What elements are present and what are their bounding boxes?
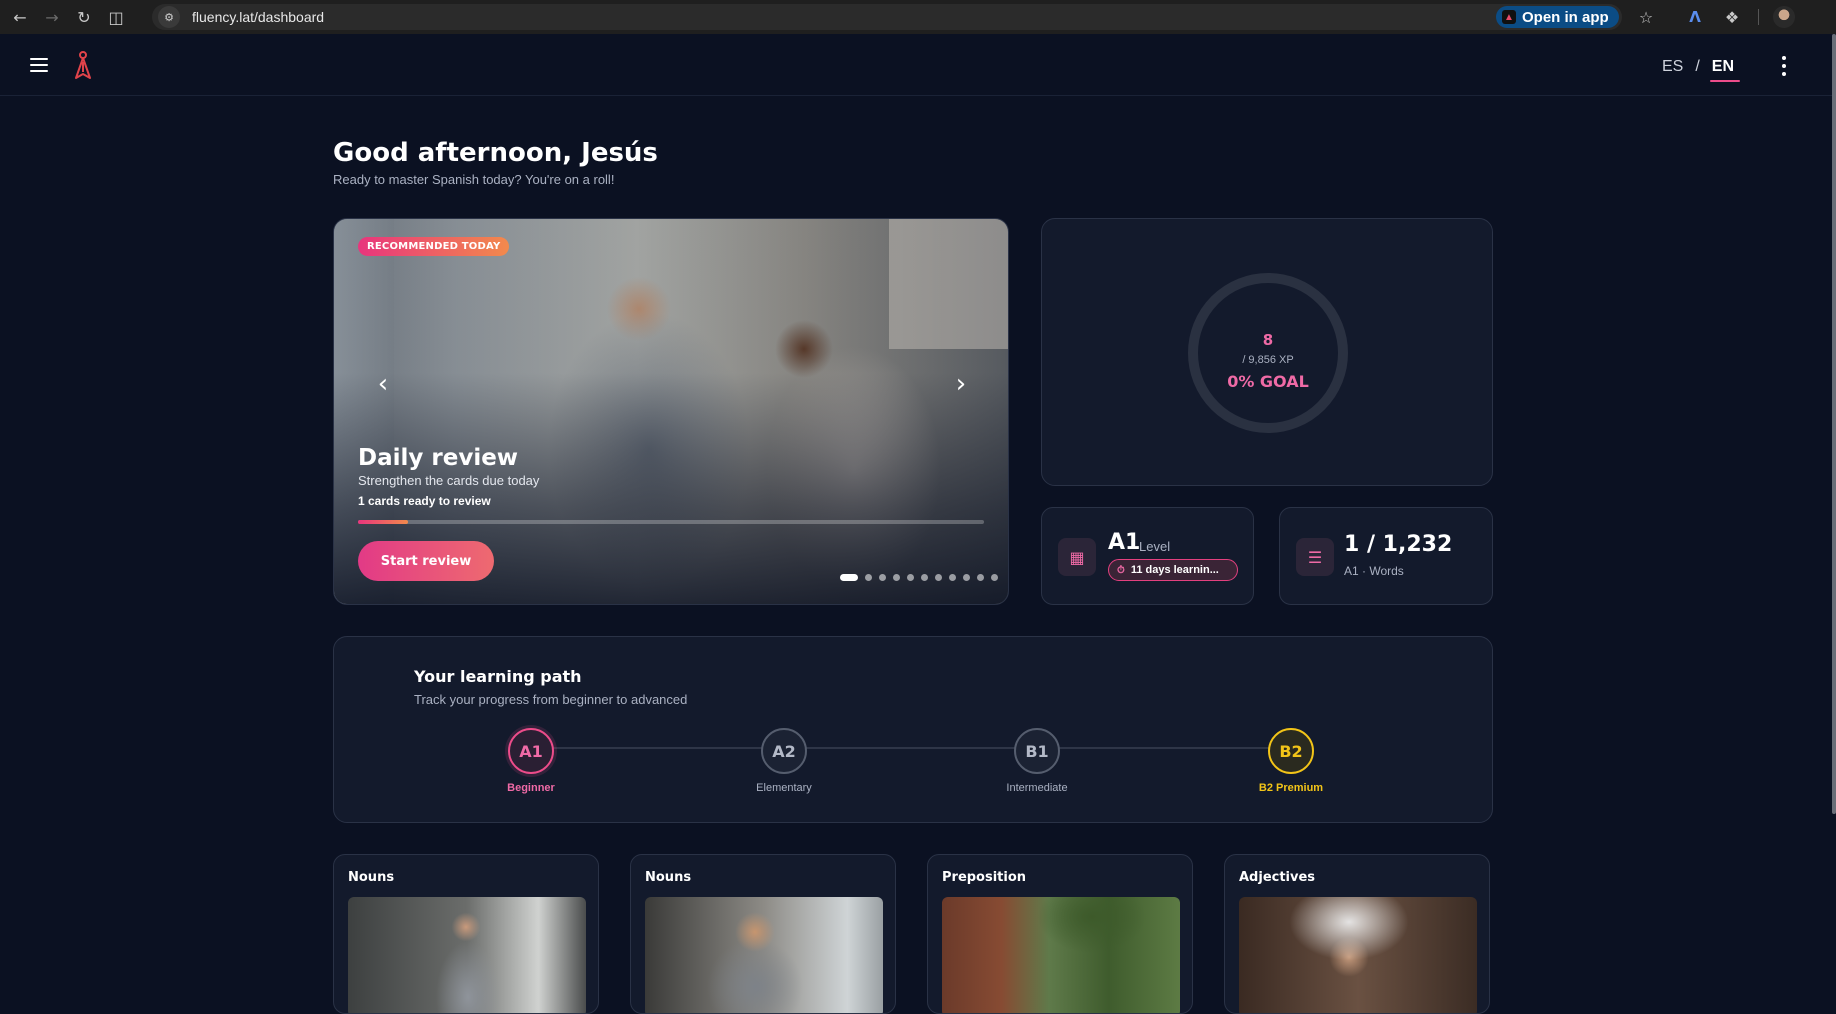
forward-arrow-icon[interactable]: → — [40, 5, 64, 29]
hero-progress-bar — [358, 520, 984, 524]
lang-en-option[interactable]: EN — [1709, 58, 1741, 82]
carousel-dot[interactable] — [865, 574, 872, 581]
level-label: Level — [1139, 539, 1171, 554]
level-label-b1: Intermediate — [1006, 782, 1068, 794]
stopwatch-icon: ⏱ — [1117, 564, 1125, 576]
carousel-dot[interactable] — [921, 574, 928, 581]
carousel-dot[interactable] — [840, 574, 858, 581]
language-switcher: ES / EN — [1662, 58, 1741, 82]
greeting-subtitle: Ready to master Spanish today? You're on… — [333, 172, 615, 187]
level-node-b2[interactable]: B2 — [1268, 728, 1314, 774]
category-card-nouns-2[interactable]: Nouns — [630, 854, 896, 1014]
words-value: 1 / 1,232 — [1344, 532, 1453, 557]
category-title: Adjectives — [1239, 870, 1316, 885]
level-node-a2[interactable]: A2 — [761, 728, 807, 774]
start-review-button[interactable]: Start review — [358, 541, 494, 581]
carousel-dot[interactable] — [935, 574, 942, 581]
xp-value: 8 — [1262, 331, 1274, 349]
carousel-next-chevron-icon[interactable]: › — [946, 369, 976, 399]
words-card[interactable]: ☰ 1 / 1,232 A1 · Words — [1279, 507, 1493, 605]
category-card-nouns-1[interactable]: Nouns — [333, 854, 599, 1014]
hero-progress-fill — [358, 520, 409, 524]
category-card-adjectives[interactable]: Adjectives — [1224, 854, 1490, 1014]
app-logo-icon: ▲ — [1502, 10, 1516, 24]
greeting-title: Good afternoon, Jesús — [333, 138, 658, 168]
carousel-dot[interactable] — [907, 574, 914, 581]
open-in-app-label: Open in app — [1522, 8, 1609, 26]
learning-path-title: Your learning path — [414, 667, 582, 686]
carousel-dots — [840, 574, 998, 581]
xp-total: / 9,856 XP — [1242, 354, 1294, 366]
lang-separator: / — [1695, 58, 1700, 75]
address-bar[interactable]: ⚙ fluency.lat/dashboard — [152, 4, 1622, 30]
page-scrollbar[interactable] — [1832, 34, 1836, 814]
category-image — [348, 897, 586, 1013]
category-title: Preposition — [942, 870, 1027, 885]
category-card-preposition[interactable]: Preposition — [927, 854, 1193, 1014]
words-list-icon: ☰ — [1296, 538, 1334, 576]
toolbar-divider — [1758, 9, 1759, 25]
back-arrow-icon[interactable]: ← — [8, 5, 32, 29]
category-image — [1239, 897, 1477, 1013]
carousel-dot[interactable] — [893, 574, 900, 581]
days-learning-text: 11 days learnin... — [1130, 564, 1219, 576]
hero-subtitle: Strengthen the cards due today — [358, 473, 540, 488]
open-in-app-button[interactable]: ▲ Open in app — [1496, 6, 1619, 28]
hero-card-count: 1 cards ready to review — [358, 494, 491, 508]
level-card[interactable]: ▦ A1 Level ⏱ 11 days learnin... — [1041, 507, 1254, 605]
level-value: A1 — [1108, 530, 1141, 555]
hero-title: Daily review — [358, 445, 519, 471]
learning-path-track — [530, 747, 1276, 749]
fluency-logo-icon[interactable] — [72, 50, 94, 82]
learning-path-card: Your learning path Track your progress f… — [333, 636, 1493, 823]
recommended-badge: RECOMMENDED TODAY — [358, 237, 510, 256]
xp-progress-ring — [1188, 273, 1348, 433]
level-node-b1[interactable]: B1 — [1014, 728, 1060, 774]
grid-level-icon: ▦ — [1058, 538, 1096, 576]
lang-es-option[interactable]: ES — [1662, 58, 1683, 76]
xp-progress-card: 8 / 9,856 XP 0% GOAL — [1041, 218, 1493, 486]
split-view-icon[interactable]: ◫ — [104, 5, 128, 29]
learning-path-subtitle: Track your progress from beginner to adv… — [414, 692, 688, 707]
carousel-dot[interactable] — [949, 574, 956, 581]
carousel-dot[interactable] — [977, 574, 984, 581]
category-image — [645, 897, 883, 1013]
xp-goal-percent: 0% GOAL — [1227, 372, 1309, 391]
carousel-prev-chevron-icon[interactable]: ‹ — [368, 369, 398, 399]
level-label-a1: Beginner — [507, 782, 555, 794]
profile-avatar[interactable] — [1773, 6, 1795, 28]
level-node-a1[interactable]: A1 — [508, 728, 554, 774]
app-header: ES / EN — [0, 34, 1832, 96]
category-title: Nouns — [348, 870, 395, 885]
menu-hamburger-icon[interactable] — [30, 58, 48, 72]
more-options-icon[interactable] — [1781, 56, 1787, 76]
carousel-dot[interactable] — [879, 574, 886, 581]
browser-toolbar: ← → ↻ ◫ ⚙ fluency.lat/dashboard ▲ Open i… — [0, 0, 1836, 34]
category-title: Nouns — [645, 870, 692, 885]
url-text[interactable]: fluency.lat/dashboard — [192, 9, 324, 25]
carousel-dot[interactable] — [963, 574, 970, 581]
translate-extension-icon[interactable]: Λ — [1683, 5, 1707, 29]
level-label-b2: B2 Premium — [1258, 782, 1324, 794]
category-image — [942, 897, 1180, 1013]
words-label: A1 · Words — [1344, 564, 1404, 578]
days-learning-badge: ⏱ 11 days learnin... — [1108, 559, 1238, 581]
reload-icon[interactable]: ↻ — [72, 5, 96, 29]
daily-review-card: RECOMMENDED TODAY ‹ › Daily review Stren… — [333, 218, 1009, 605]
bookmark-star-icon[interactable]: ☆ — [1634, 5, 1658, 29]
carousel-dot[interactable] — [991, 574, 998, 581]
extensions-puzzle-icon[interactable]: ❖ — [1720, 5, 1744, 29]
level-label-a2: Elementary — [756, 782, 812, 794]
site-settings-icon[interactable]: ⚙ — [158, 6, 180, 28]
